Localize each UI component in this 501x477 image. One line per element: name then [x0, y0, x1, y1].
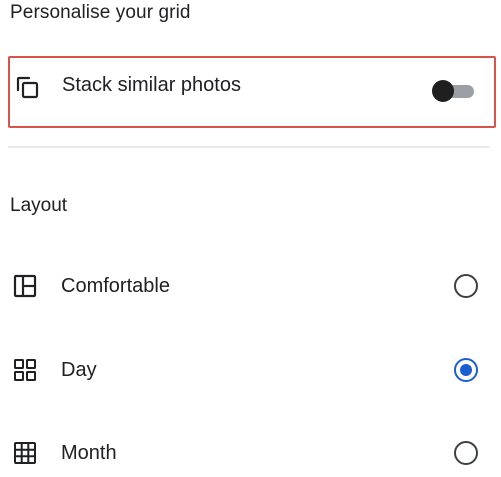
- layout-option-label: Day: [61, 359, 97, 381]
- layout-option-day[interactable]: Day: [0, 346, 501, 396]
- stack-similar-photos-label: Stack similar photos: [62, 74, 241, 96]
- toggle-thumb: [432, 80, 454, 102]
- grid-settings-page: Personalise your grid Stack similar phot…: [0, 0, 501, 477]
- day-radio[interactable]: [454, 358, 478, 382]
- layout-option-month[interactable]: Month: [0, 429, 501, 477]
- day-layout-icon: [12, 357, 38, 383]
- radio-selected-dot: [460, 364, 472, 376]
- month-layout-icon: [12, 440, 38, 466]
- month-radio[interactable]: [454, 441, 478, 465]
- layout-option-label: Comfortable: [61, 275, 170, 297]
- section-title: Personalise your grid: [10, 2, 191, 23]
- comfortable-radio[interactable]: [454, 274, 478, 298]
- stack-similar-photos-toggle[interactable]: [432, 80, 476, 102]
- stack-similar-photos-row[interactable]: Stack similar photos: [8, 56, 496, 128]
- layout-option-label: Month: [61, 442, 117, 464]
- comfortable-layout-icon: [12, 273, 38, 299]
- layout-title: Layout: [10, 195, 68, 216]
- stack-icon: [14, 74, 42, 102]
- layout-option-comfortable[interactable]: Comfortable: [0, 262, 501, 312]
- divider: [8, 146, 490, 148]
